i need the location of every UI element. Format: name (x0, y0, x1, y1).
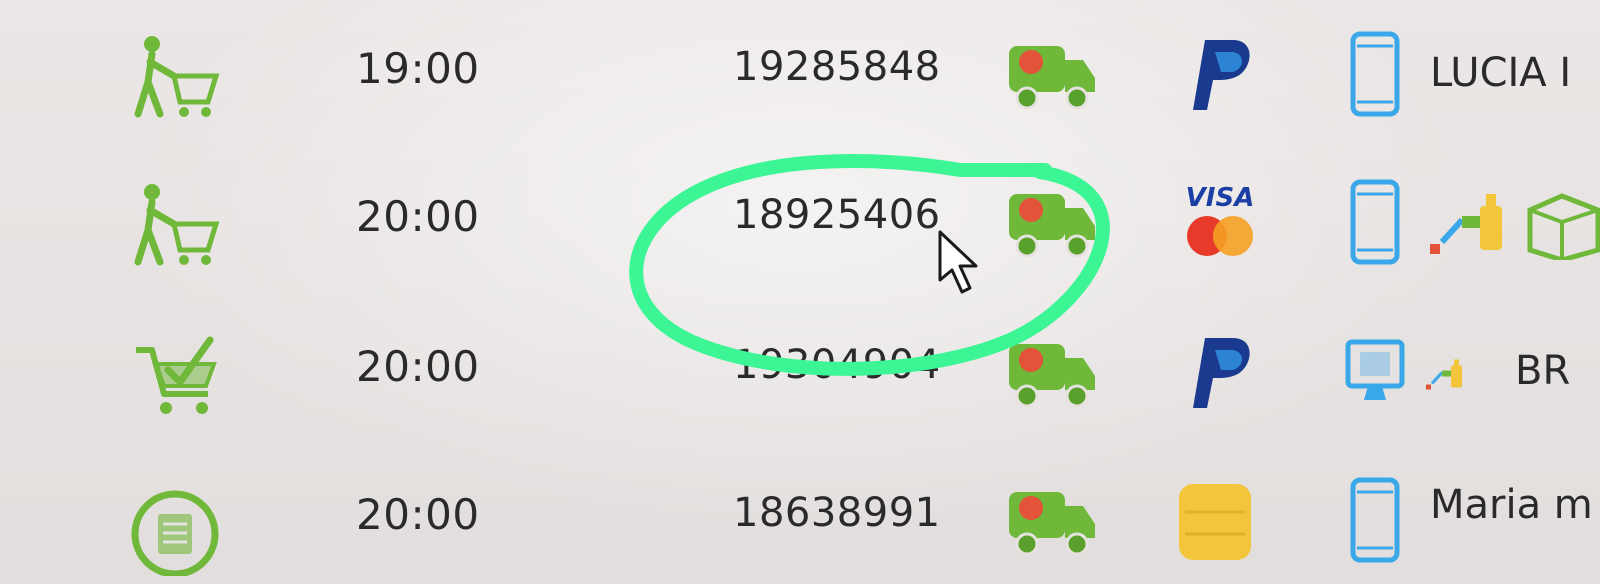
delivery-truck-icon (1009, 492, 1095, 556)
table-row[interactable]: 20:00 19304904 BR (0, 298, 1600, 446)
desktop-monitor-icon (1345, 339, 1405, 400)
customer-name: LUCIA I (1430, 50, 1572, 96)
orders-list-screen: 19:00 19285848 LUCIA I 20:00 18925406 VI… (0, 0, 1600, 584)
products-icon (1430, 193, 1600, 260)
delivery-time: 20:00 (356, 490, 480, 539)
products-icon (1426, 359, 1462, 390)
delivery-time: 20:00 (356, 342, 480, 391)
table-row[interactable]: 19:00 19285848 LUCIA I (0, 0, 1600, 148)
delivery-time: 20:00 (356, 192, 480, 241)
cash-icon[interactable] (1175, 478, 1265, 562)
smartphone-icon (1350, 179, 1400, 265)
person-with-cart-icon (134, 184, 220, 266)
visa-mastercard-icon[interactable]: VISA (1175, 180, 1265, 264)
svg-text:VISA: VISA (1186, 183, 1255, 213)
customer-name: BR (1515, 348, 1571, 394)
list-document-icon (131, 490, 219, 576)
order-number[interactable]: 19285848 (733, 44, 941, 90)
person-with-cart-icon (134, 36, 220, 118)
delivery-truck-icon (1009, 46, 1095, 110)
delivery-time: 19:00 (356, 44, 480, 93)
customer-name: Maria m (1430, 482, 1593, 528)
order-number[interactable]: 18925406 (733, 192, 941, 238)
delivery-truck-icon (1009, 194, 1095, 258)
mouse-cursor-icon (938, 230, 978, 294)
order-number[interactable]: 19304904 (733, 342, 941, 388)
paypal-icon[interactable] (1175, 330, 1265, 414)
delivery-truck-icon (1009, 344, 1095, 408)
order-number[interactable]: 18638991 (733, 490, 941, 536)
table-row[interactable]: 20:00 18638991 Maria m (0, 446, 1600, 584)
table-row[interactable]: 20:00 18925406 VISA (0, 148, 1600, 296)
shopping-cart-check-icon (136, 336, 217, 414)
paypal-icon[interactable] (1175, 32, 1265, 116)
smartphone-icon (1350, 477, 1400, 563)
smartphone-icon (1350, 31, 1400, 117)
